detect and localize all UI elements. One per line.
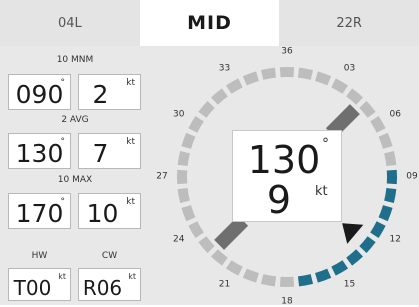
heading-label-30: 30	[173, 109, 185, 119]
compass-ring-segment	[279, 276, 295, 287]
compass-speed-unit: kt	[315, 184, 328, 199]
compass-ring-segment	[198, 101, 215, 118]
compass-ring-segment	[188, 221, 204, 239]
heading-label-09: 09	[406, 171, 418, 182]
compass-ring-segment	[297, 274, 314, 287]
heading-label-12: 12	[389, 234, 401, 244]
heading-label-15: 15	[343, 279, 356, 290]
compass-ring-segment	[331, 78, 349, 94]
compass-ring-segment	[225, 260, 243, 276]
wind-direction-arrow-group	[342, 223, 364, 244]
compass-ring-segment	[370, 221, 386, 239]
wind-direction-arrow	[342, 223, 364, 244]
heading-label-36: 36	[281, 46, 293, 57]
compass-ring-segment	[346, 88, 363, 105]
compass-ring-segment	[260, 274, 277, 287]
compass-ring-segment	[177, 187, 190, 204]
compass-ring-segment	[331, 260, 349, 276]
compass-ring-segment	[188, 115, 204, 133]
heading-label-24: 24	[173, 234, 185, 244]
compass-ring-segment	[346, 249, 363, 266]
compass-ring-segment	[378, 205, 393, 222]
compass-ring-segment	[384, 150, 397, 167]
compass-ring-segment	[242, 71, 259, 86]
wind-compass	[176, 66, 397, 287]
compass-ring-segment	[359, 236, 376, 253]
compass-ring-segment	[177, 150, 190, 167]
heading-label-06: 06	[389, 109, 401, 119]
compass-ring-segment	[260, 67, 277, 80]
compass-center-readout: 130 ° 9 kt	[232, 130, 342, 222]
compass-ring-segment	[315, 71, 332, 86]
heading-label-18: 18	[281, 296, 293, 307]
compass-ring-segment	[297, 67, 314, 80]
compass-ring-segment	[176, 169, 188, 185]
compass-ring-segment	[198, 236, 215, 253]
compass-ring-segment	[279, 66, 295, 78]
compass-ring-segment	[225, 78, 243, 94]
compass-direction-unit: °	[322, 136, 329, 152]
heading-label-03: 03	[343, 63, 356, 74]
compass-ring-segment	[386, 169, 397, 185]
compass-ring-segment	[370, 115, 386, 133]
compass-ring-segment	[181, 132, 196, 149]
compass-ring-segment	[359, 101, 376, 118]
compass-ring-segment	[384, 187, 397, 204]
compass-ring-segment	[242, 268, 259, 283]
heading-label-27: 27	[156, 171, 168, 182]
compass-ring-segment	[211, 249, 228, 266]
compass-ring-segment	[378, 132, 393, 149]
compass-ring-segment	[211, 88, 228, 105]
heading-label-21: 21	[218, 279, 231, 290]
compass-ring-segment	[315, 268, 332, 283]
compass-ring-segment	[181, 205, 196, 222]
heading-label-33: 33	[218, 63, 231, 74]
